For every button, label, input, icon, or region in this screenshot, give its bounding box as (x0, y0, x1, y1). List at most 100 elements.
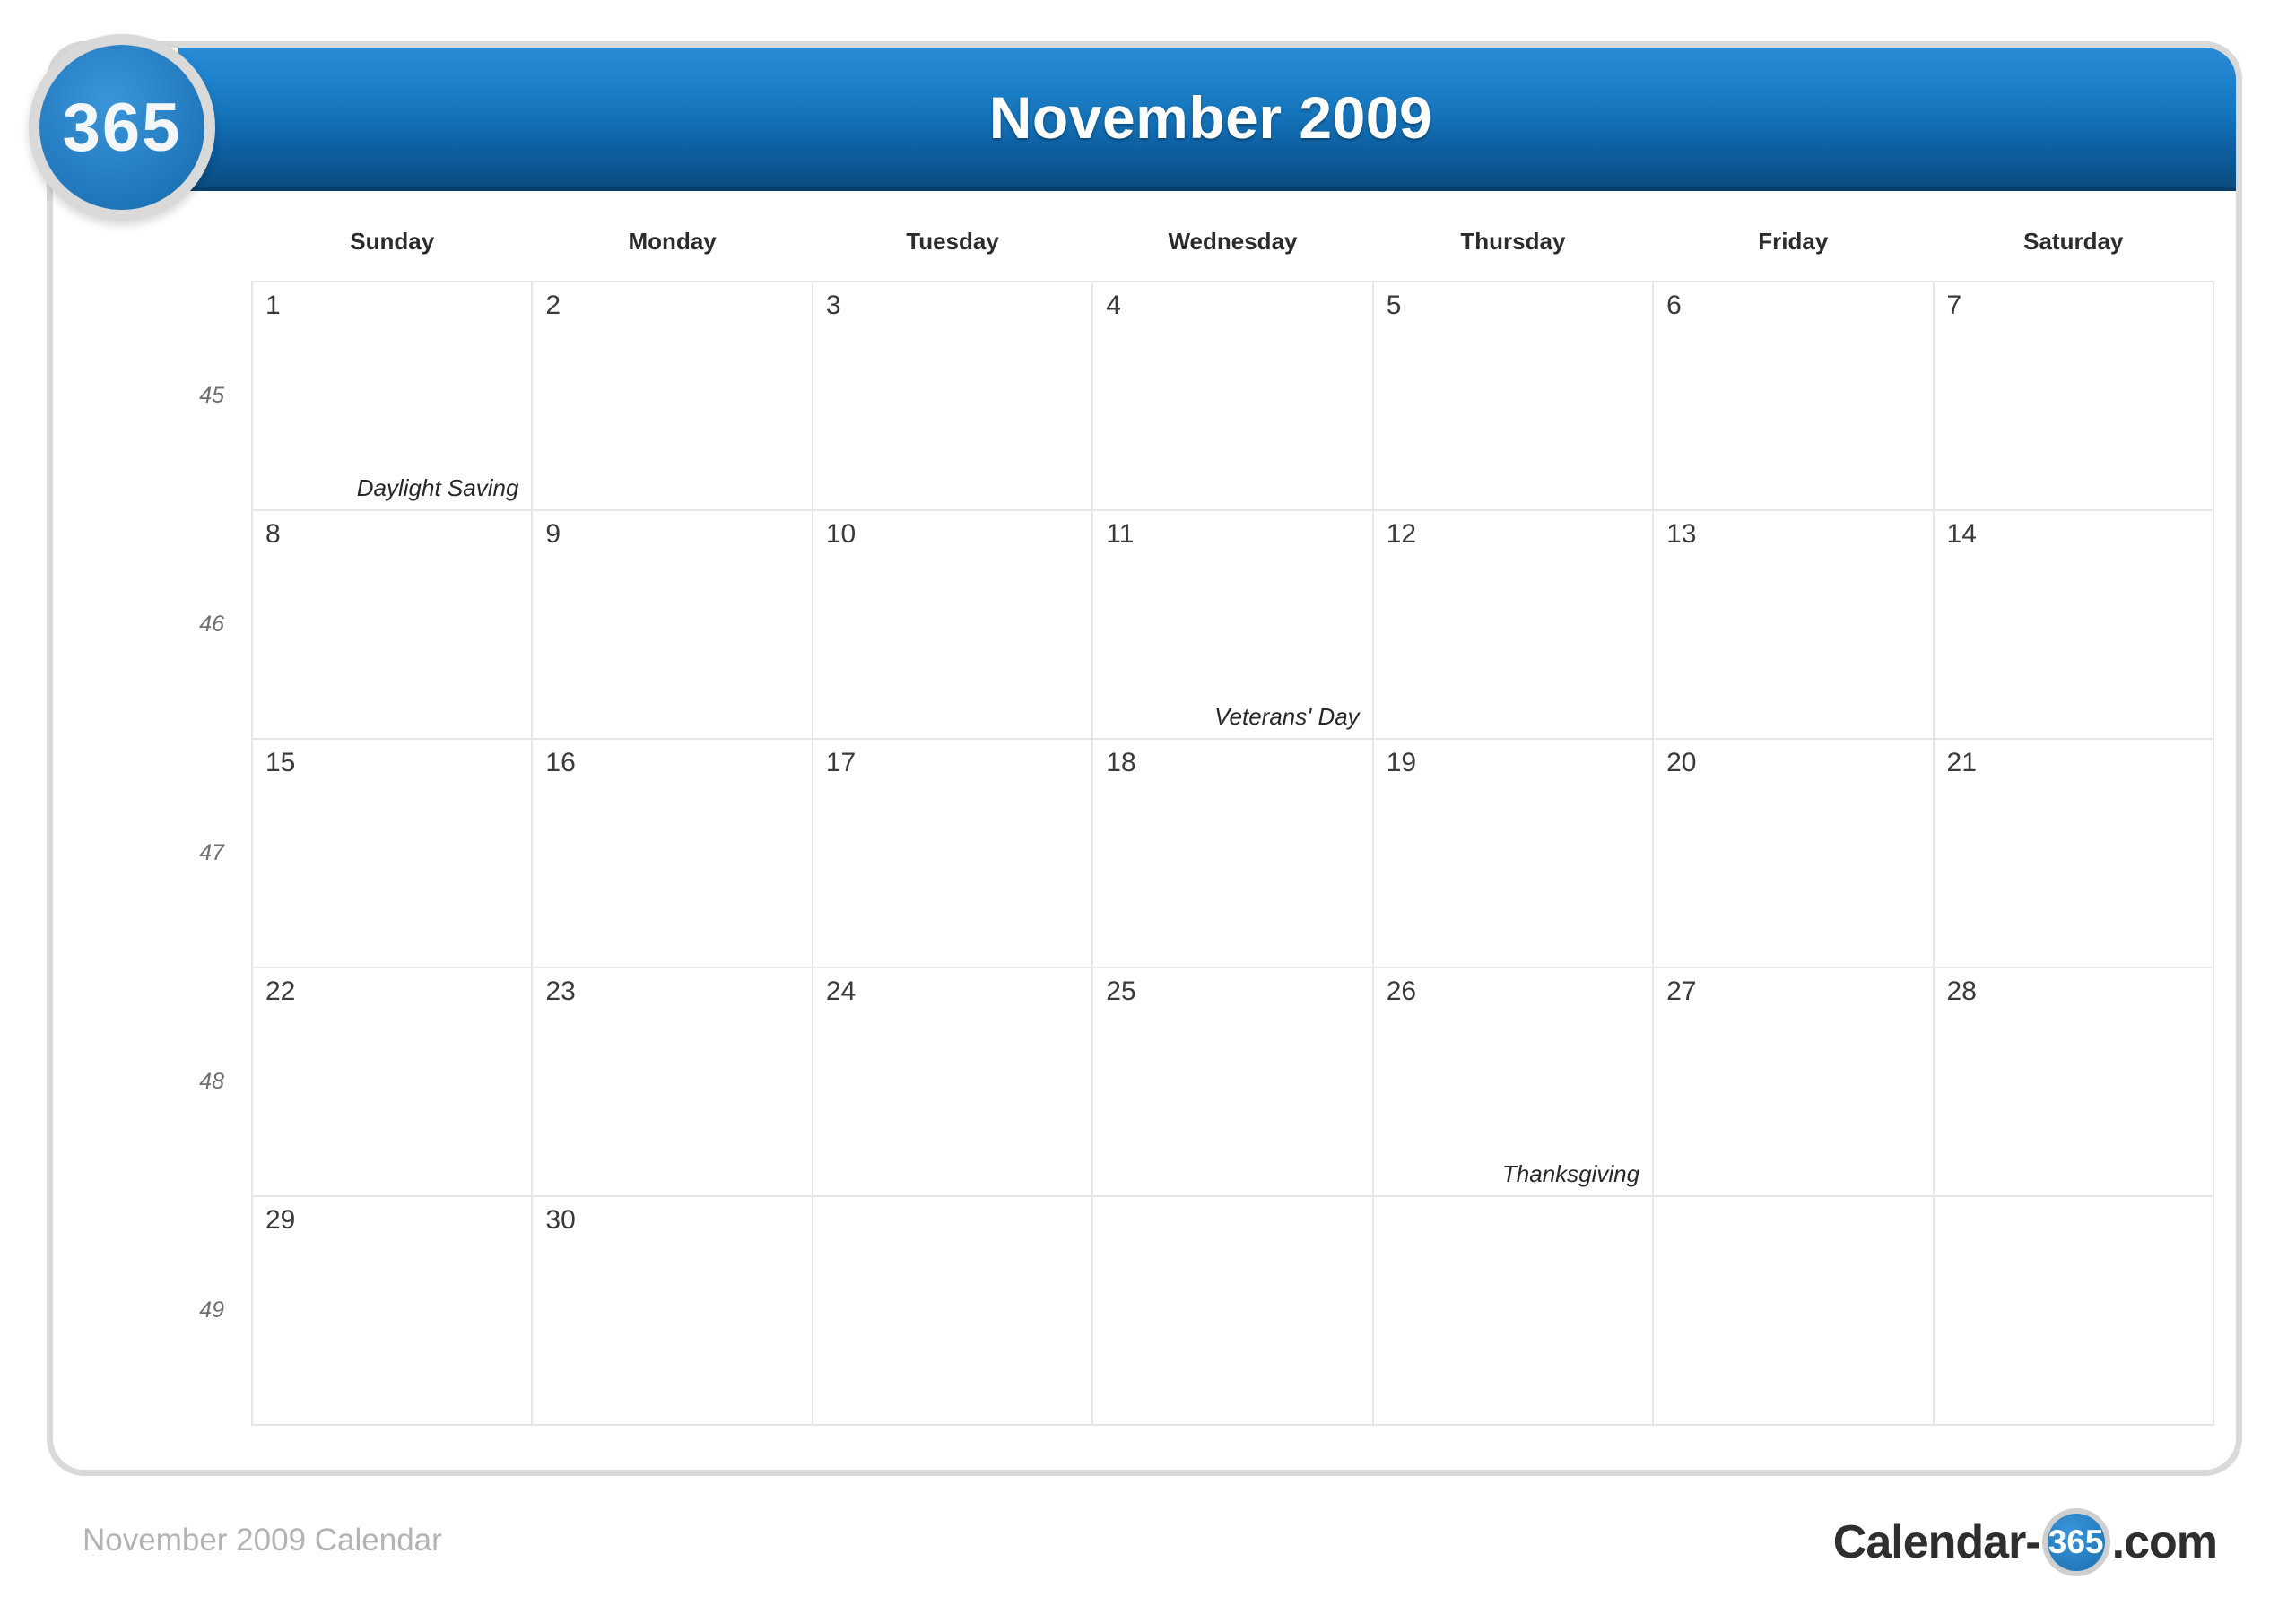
page-footer: November 2009 Calendar Calendar- 365 .co… (0, 1506, 2296, 1605)
day-event-label: Daylight Saving (356, 474, 519, 501)
week-number-cell: 47 (199, 840, 224, 865)
weekday-header-thursday: Thursday (1460, 227, 1566, 255)
day-number: 30 (545, 1205, 576, 1235)
day-number: 7 (1946, 291, 1962, 320)
day-number: 3 (825, 291, 841, 320)
calendar-grid-wrapper: Sunday Monday Tuesday Wednesday Thursday Frid… (53, 191, 2236, 1470)
calendar-day-cell-empty (1092, 1196, 1374, 1426)
page-title: November 2009 (988, 84, 1433, 151)
calendar-week-row: 49 29 30 (150, 1196, 2215, 1426)
brand-365-label: 365 (2048, 1523, 2104, 1560)
calendar-week-row: 47 15 16 17 18 19 20 21 (150, 739, 2215, 968)
brand-365-circle-icon: 365 (2041, 1508, 2110, 1576)
week-number-cell: 48 (199, 1069, 224, 1094)
day-number: 4 (1106, 291, 1121, 320)
calendar-day-cell[interactable]: 14 (1933, 510, 2215, 740)
calendar-day-cell[interactable]: 21 (1933, 739, 2215, 968)
day-number: 29 (265, 1205, 296, 1235)
day-number: 25 (1106, 976, 1136, 1006)
calendar-day-cell[interactable]: 22 (250, 968, 534, 1197)
day-event-label: Thanksgiving (1501, 1160, 1640, 1187)
calendar-day-cell[interactable]: 17 (812, 739, 1094, 968)
calendar-day-cell[interactable]: 3 (812, 281, 1094, 511)
calendar-day-cell[interactable]: 6 (1653, 281, 1935, 511)
brand-prefix-label: Calendar- (1832, 1516, 2041, 1568)
calendar-day-cell[interactable]: 25 (1092, 968, 1374, 1197)
day-number: 15 (265, 748, 296, 777)
day-number: 24 (825, 976, 857, 1006)
calendar-day-cell[interactable]: 27 (1653, 968, 1935, 1197)
calendar-day-cell[interactable]: 29 (250, 1196, 534, 1426)
weekday-header-monday: Monday (628, 227, 717, 255)
week-number-cell: 45 (199, 383, 224, 408)
calendar-day-cell[interactable]: 20 (1653, 739, 1935, 968)
calendar-day-cell[interactable]: 7 (1933, 281, 2215, 511)
calendar-day-cell-empty (1372, 1196, 1655, 1426)
brand-365-inner-circle: 365 (2047, 1514, 2105, 1571)
day-number: 16 (545, 748, 576, 777)
calendar-day-cell[interactable]: 23 (532, 968, 813, 1197)
day-number: 14 (1946, 519, 1977, 549)
calendar-day-cell[interactable]: 12 (1372, 510, 1655, 740)
weekday-header-tuesday: Tuesday (906, 227, 999, 255)
calendar-week-row: 46 8 9 10 11 Veterans' Day 12 13 14 (150, 510, 2215, 740)
day-event-label: Veterans' Day (1214, 703, 1360, 730)
brand-suffix-label: .com (2111, 1516, 2218, 1568)
day-number: 9 (545, 519, 561, 549)
calendar-week-row: 45 1 Daylight Saving 2 3 4 5 6 7 (150, 281, 2215, 511)
weekday-header-wednesday: Wednesday (1168, 227, 1298, 255)
day-number: 23 (545, 976, 576, 1006)
calendar-day-cell[interactable]: 16 (532, 739, 813, 968)
calendar-day-cell[interactable]: 11 Veterans' Day (1092, 510, 1374, 740)
calendar-day-cell[interactable]: 8 (250, 510, 534, 740)
day-number: 1 (265, 291, 281, 320)
brand-logo[interactable]: Calendar- 365 .com (1832, 1508, 2218, 1576)
calendar-table-head: Sunday Monday Tuesday Wednesday Thursday Frid… (150, 214, 2213, 282)
calendar-day-cell[interactable]: 28 (1933, 968, 2215, 1197)
calendar-title-bar: November 2009 (178, 48, 2236, 191)
weekday-header-saturday: Saturday (2023, 227, 2124, 255)
weekday-header-friday: Friday (1758, 227, 1829, 255)
day-number: 8 (265, 519, 281, 549)
calendar-table-body: 45 1 Daylight Saving 2 3 4 5 6 7 46 8 9 10 11 Veterans… (150, 281, 2215, 1426)
calendar-day-cell[interactable]: 9 (532, 510, 813, 740)
day-number: 12 (1386, 519, 1417, 549)
week-number-cell: 46 (199, 612, 224, 637)
calendar-day-cell[interactable]: 24 (812, 968, 1094, 1197)
calendar-day-cell[interactable]: 19 (1372, 739, 1655, 968)
calendar-day-cell-empty (812, 1196, 1094, 1426)
calendar-week-row: 48 22 23 24 25 26 Thanksgiving 27 28 (150, 968, 2215, 1197)
calendar-day-cell[interactable]: 10 (812, 510, 1094, 740)
day-number: 13 (1666, 519, 1697, 549)
calendar-day-cell[interactable]: 30 (532, 1196, 813, 1426)
calendar-day-cell[interactable]: 1 Daylight Saving (250, 281, 534, 511)
day-number: 2 (545, 291, 561, 320)
365-logo-badge: 365 (29, 34, 215, 221)
day-number: 22 (265, 976, 296, 1006)
calendar-day-cell[interactable]: 5 (1372, 281, 1655, 511)
day-number: 11 (1106, 519, 1135, 549)
calendar-day-cell[interactable]: 4 (1092, 281, 1374, 511)
day-number: 19 (1386, 748, 1417, 777)
calendar-day-cell-empty (1933, 1196, 2215, 1426)
365-logo-label: 365 (62, 89, 182, 166)
week-number-cell: 49 (199, 1298, 224, 1323)
day-number: 10 (825, 519, 857, 549)
weekday-header-sunday: Sunday (350, 227, 435, 255)
calendar-day-cell[interactable]: 13 (1653, 510, 1935, 740)
week-number-header (150, 214, 252, 282)
calendar-day-cell[interactable]: 26 Thanksgiving (1372, 968, 1655, 1197)
calendar-day-cell[interactable]: 18 (1092, 739, 1374, 968)
day-number: 26 (1386, 976, 1417, 1006)
day-number: 20 (1666, 748, 1697, 777)
day-number: 21 (1946, 748, 1977, 777)
calendar-card: 365 November 2009 SundayMondayTuesdayWed… (47, 41, 2242, 1476)
calendar-table: Sunday Monday Tuesday Wednesday Thursday Frid… (150, 214, 2215, 1426)
day-number: 6 (1666, 291, 1682, 320)
calendar-day-cell[interactable]: 2 (532, 281, 813, 511)
calendar-day-cell[interactable]: 15 (250, 739, 534, 968)
day-number: 18 (1106, 748, 1136, 777)
365-logo-circle: 365 (39, 45, 204, 210)
day-number: 28 (1946, 976, 1977, 1006)
weekday-header-row: Sunday Monday Tuesday Wednesday Thursday Frid… (150, 214, 2213, 282)
